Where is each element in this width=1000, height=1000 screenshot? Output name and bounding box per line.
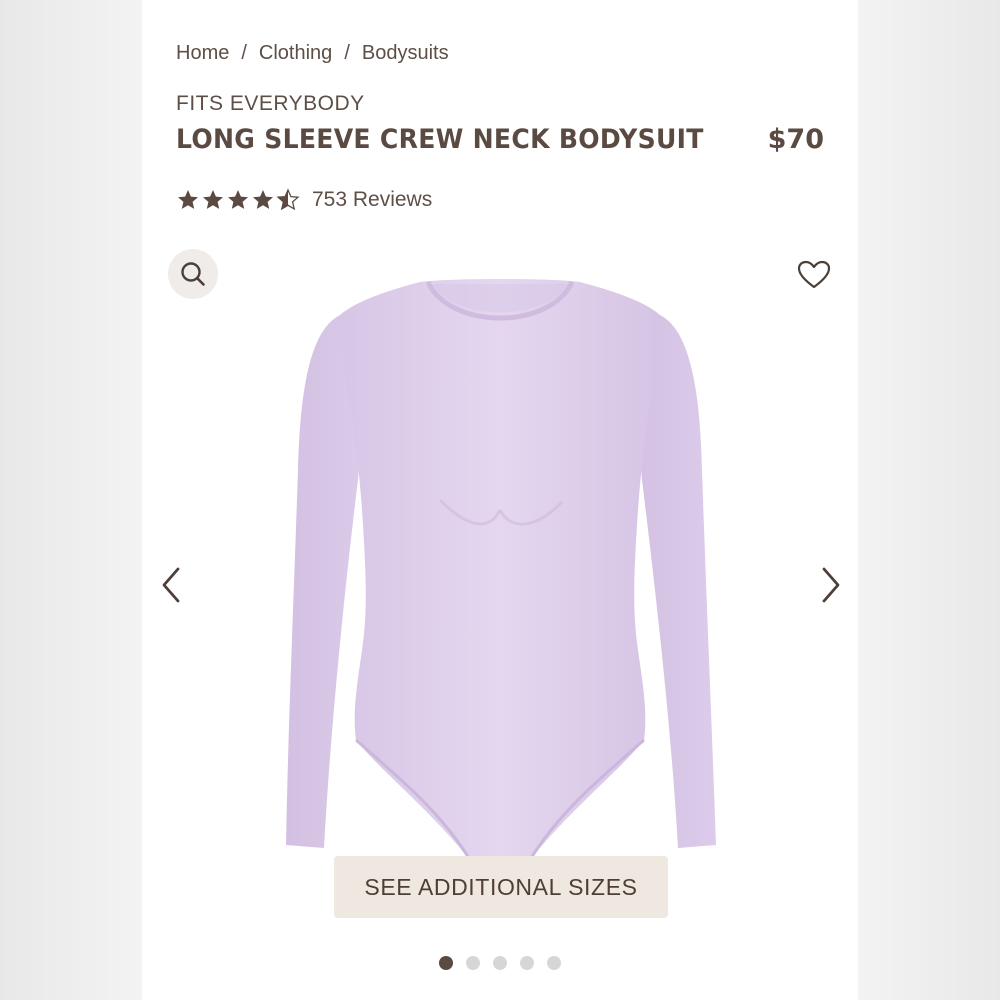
carousel-dot-5[interactable] [547,956,561,970]
rating[interactable]: 753 Reviews [176,188,432,212]
product-title: LONG SLEEVE CREW NECK BODYSUIT [176,124,704,155]
breadcrumb-clothing[interactable]: Clothing [259,42,332,65]
zoom-button[interactable] [168,249,218,299]
product-price: $70 [767,124,824,155]
search-icon [181,262,205,286]
background-right [858,0,1000,1000]
star-icon [203,190,223,209]
favorite-button[interactable] [796,258,832,292]
breadcrumb-separator: / [344,42,350,64]
carousel-dot-1[interactable] [439,956,453,970]
carousel-dot-3[interactable] [493,956,507,970]
star-icon [228,190,248,209]
star-icon [253,190,273,209]
breadcrumb-separator: / [241,42,247,64]
breadcrumb-bodysuits[interactable]: Bodysuits [362,42,449,65]
breadcrumb-home[interactable]: Home [176,42,229,65]
half-star-icon [276,188,300,211]
background-left [0,0,142,1000]
collection-name: FITS EVERYBODY [176,92,365,115]
breadcrumb: Home / Clothing / Bodysuits [176,42,449,65]
reviews-count[interactable]: 753 Reviews [312,188,432,212]
product-page: Home / Clothing / Bodysuits FITS EVERYBO… [142,0,858,1000]
carousel-dot-4[interactable] [520,956,534,970]
carousel-dot-2[interactable] [466,956,480,970]
next-image-button[interactable] [816,564,846,606]
previous-image-button[interactable] [156,564,186,606]
chevron-right-icon [822,567,840,603]
see-additional-sizes-button[interactable]: SEE ADDITIONAL SIZES [334,856,668,918]
star-rating [176,188,300,212]
bodysuit-torso [335,279,665,860]
product-image [286,279,716,861]
chevron-left-icon [162,567,180,603]
heart-icon [797,260,831,289]
star-icon [178,190,198,209]
carousel-indicators [142,956,858,970]
